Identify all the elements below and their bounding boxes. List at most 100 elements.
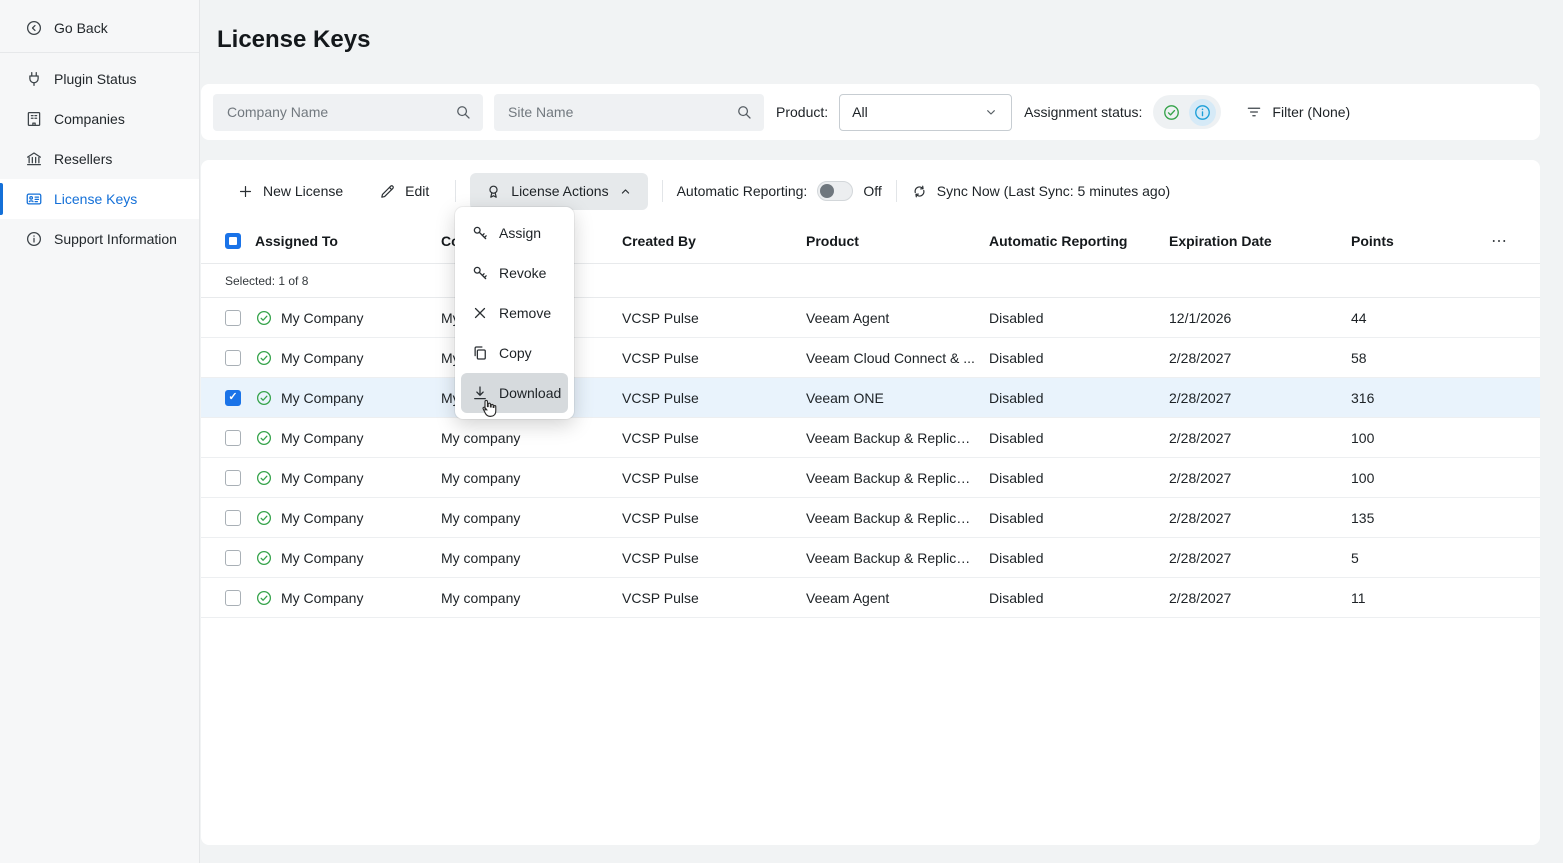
header-checkbox[interactable] [225, 233, 241, 249]
license-card-icon [25, 190, 43, 208]
sidebar-item-companies[interactable]: Companies [0, 99, 199, 139]
assigned-to-cell: My Company [255, 469, 441, 487]
row-checkbox[interactable] [225, 550, 241, 566]
edit-label: Edit [405, 183, 429, 199]
sidebar-item-label: Plugin Status [54, 71, 137, 87]
product-cell: Veeam Cloud Connect & ... [806, 350, 989, 366]
product-cell: Veeam ONE [806, 390, 989, 406]
table-row[interactable]: My Company My company VCSP Pulse Veeam O… [201, 378, 1540, 418]
key-icon [471, 264, 489, 282]
product-cell: Veeam Backup & Replicat... [806, 510, 989, 526]
row-checkbox[interactable] [225, 470, 241, 486]
row-checkbox[interactable] [225, 350, 241, 366]
license-actions-menu: Assign Revoke Remove Copy Download [455, 207, 574, 419]
company-cell: My company [441, 590, 622, 606]
auto-reporting-cell: Disabled [989, 590, 1169, 606]
site-search-input[interactable] [494, 94, 764, 131]
table-row[interactable]: My Company My company VCSP Pulse Veeam B… [201, 538, 1540, 578]
assigned-to-cell: My Company [255, 429, 441, 447]
sync-now-label: Sync Now (Last Sync: 5 minutes ago) [937, 183, 1170, 199]
expiration-cell: 2/28/2027 [1169, 550, 1351, 566]
company-cell: My company [441, 550, 622, 566]
assigned-to-cell: My Company [255, 509, 441, 527]
assignment-status-toggle-group [1153, 95, 1221, 129]
assignment-status-label: Assignment status: [1024, 104, 1142, 120]
sidebar-item-plugin-status[interactable]: Plugin Status [0, 59, 199, 99]
chevron-down-icon [983, 104, 999, 120]
table-row[interactable]: My Company My company VCSP Pulse Veeam A… [201, 298, 1540, 338]
points-cell: 11 [1351, 590, 1486, 606]
check-circle-icon [1162, 103, 1181, 122]
auto-reporting-cell: Disabled [989, 470, 1169, 486]
unassigned-status-button[interactable] [1189, 99, 1216, 126]
auto-reporting-cell: Disabled [989, 350, 1169, 366]
edit-button[interactable]: Edit [367, 174, 441, 209]
search-icon [735, 103, 753, 121]
row-checkbox[interactable] [225, 430, 241, 446]
product-cell: Veeam Backup & Replicat... [806, 430, 989, 446]
license-actions-button[interactable]: License Actions [470, 173, 647, 210]
check-circle-icon [255, 389, 273, 407]
sidebar-item-label: Companies [54, 111, 125, 127]
created-by-cell: VCSP Pulse [622, 510, 806, 526]
sidebar-item-label: License Keys [54, 191, 137, 207]
search-icon [454, 103, 472, 121]
sidebar-item-label: Go Back [54, 20, 108, 36]
menu-item-download[interactable]: Download [461, 373, 568, 413]
company-cell: My company [441, 470, 622, 486]
product-select[interactable]: All [839, 94, 1012, 131]
expiration-cell: 2/28/2027 [1169, 390, 1351, 406]
expiration-cell: 2/28/2027 [1169, 510, 1351, 526]
more-columns-button[interactable] [1486, 228, 1512, 254]
points-cell: 135 [1351, 510, 1486, 526]
sidebar-item-go-back[interactable]: Go Back [0, 8, 199, 48]
new-license-button[interactable]: New License [225, 174, 355, 209]
sidebar-item-label: Resellers [54, 151, 112, 167]
row-checkbox[interactable] [225, 310, 241, 326]
table-row[interactable]: My Company My company VCSP Pulse Veeam B… [201, 458, 1540, 498]
companies-icon [25, 110, 43, 128]
plugin-icon [25, 70, 43, 88]
resellers-icon [25, 150, 43, 168]
menu-item-revoke[interactable]: Revoke [461, 253, 568, 293]
table-row[interactable]: My Company My company VCSP Pulse Veeam B… [201, 418, 1540, 458]
info-icon [25, 230, 43, 248]
row-checkbox[interactable] [225, 390, 241, 406]
created-by-cell: VCSP Pulse [622, 470, 806, 486]
sidebar: Go Back Plugin Status Companies Reseller… [0, 0, 200, 863]
sidebar-item-license-keys[interactable]: License Keys [0, 179, 199, 219]
assigned-to-cell: My Company [255, 309, 441, 327]
auto-reporting-toggle[interactable] [817, 181, 853, 201]
assigned-status-button[interactable] [1158, 99, 1185, 126]
toolbar-divider [662, 180, 663, 202]
menu-item-copy[interactable]: Copy [461, 333, 568, 373]
product-cell: Veeam Backup & Replicat... [806, 470, 989, 486]
copy-icon [471, 344, 489, 362]
sync-icon [911, 183, 928, 200]
table-row[interactable]: My Company My company VCSP Pulse Veeam A… [201, 578, 1540, 618]
menu-item-remove[interactable]: Remove [461, 293, 568, 333]
sidebar-item-support-information[interactable]: Support Information [0, 219, 199, 259]
check-circle-icon [255, 349, 273, 367]
table-row[interactable]: My Company My company VCSP Pulse Veeam B… [201, 498, 1540, 538]
company-search [213, 94, 483, 131]
chevron-up-icon [618, 184, 633, 199]
sync-now-button[interactable]: Sync Now (Last Sync: 5 minutes ago) [911, 183, 1170, 200]
sidebar-item-resellers[interactable]: Resellers [0, 139, 199, 179]
sidebar-item-label: Support Information [54, 231, 177, 247]
menu-item-label: Remove [499, 305, 551, 321]
x-icon [471, 304, 489, 322]
toolbar-divider [896, 180, 897, 202]
points-cell: 58 [1351, 350, 1486, 366]
filter-button-label: Filter (None) [1272, 104, 1350, 120]
table-row[interactable]: My Company My company VCSP Pulse Veeam C… [201, 338, 1540, 378]
menu-item-assign[interactable]: Assign [461, 213, 568, 253]
row-checkbox[interactable] [225, 510, 241, 526]
toggle-knob [820, 184, 834, 198]
created-by-cell: VCSP Pulse [622, 550, 806, 566]
company-search-input[interactable] [213, 94, 483, 131]
row-checkbox[interactable] [225, 590, 241, 606]
product-cell: Veeam Agent [806, 590, 989, 606]
points-cell: 316 [1351, 390, 1486, 406]
filter-button[interactable]: Filter (None) [1245, 103, 1350, 121]
